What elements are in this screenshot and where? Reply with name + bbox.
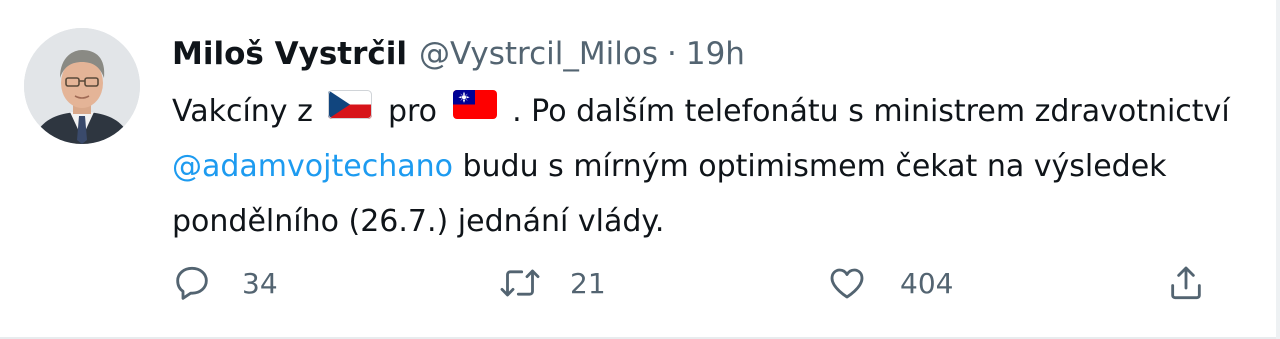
heart-icon xyxy=(830,268,864,299)
tweet-text: Vakcíny z pro . Po dalším telefonátu s m… xyxy=(172,84,1272,249)
tweet-timestamp[interactable]: 19h xyxy=(686,36,745,72)
share-icon xyxy=(1171,266,1201,300)
tweet-actions: 34 21 404 xyxy=(172,258,1232,308)
mention-link[interactable]: @adamvojtechano xyxy=(172,149,453,184)
like-count: 404 xyxy=(900,266,954,300)
retweet-button[interactable]: 21 xyxy=(498,258,606,308)
text-segment: . Po dalším telefonátu s ministrem zdrav… xyxy=(512,94,1230,129)
share-button[interactable] xyxy=(1166,258,1206,308)
tweet-header: Miloš Vystrčil @Vystrcil_Milos · 19h xyxy=(172,30,745,78)
header-separator: · xyxy=(666,36,677,72)
retweet-icon xyxy=(500,269,540,297)
tweet[interactable]: Miloš Vystrčil @Vystrcil_Milos · 19h Vak… xyxy=(0,0,1280,339)
author-handle[interactable]: @Vystrcil_Milos xyxy=(419,36,658,72)
retweet-count: 21 xyxy=(570,266,606,300)
czech-flag-icon xyxy=(328,82,373,137)
avatar-image xyxy=(24,28,140,144)
tweet-text-line-2: @adamvojtechano budu s mírným optimismem… xyxy=(172,139,1272,194)
text-segment: Vakcíny z xyxy=(172,94,313,129)
scrollbar-track[interactable] xyxy=(1276,0,1280,339)
reply-button[interactable]: 34 xyxy=(172,258,278,308)
author-name[interactable]: Miloš Vystrčil xyxy=(172,36,407,72)
reply-count: 34 xyxy=(242,266,278,300)
tweet-text-line-1: Vakcíny z pro . Po dalším telefonátu s m… xyxy=(172,84,1272,139)
like-button[interactable]: 404 xyxy=(826,258,953,308)
tweet-text-line-3: pondělního (26.7.) jednání vlády. xyxy=(172,204,665,239)
avatar[interactable] xyxy=(24,28,140,144)
reply-icon xyxy=(176,266,208,300)
taiwan-flag-icon xyxy=(452,82,497,137)
text-segment: pro xyxy=(387,94,438,129)
text-segment: budu s mírným optimismem čekat na výsled… xyxy=(452,149,1167,184)
